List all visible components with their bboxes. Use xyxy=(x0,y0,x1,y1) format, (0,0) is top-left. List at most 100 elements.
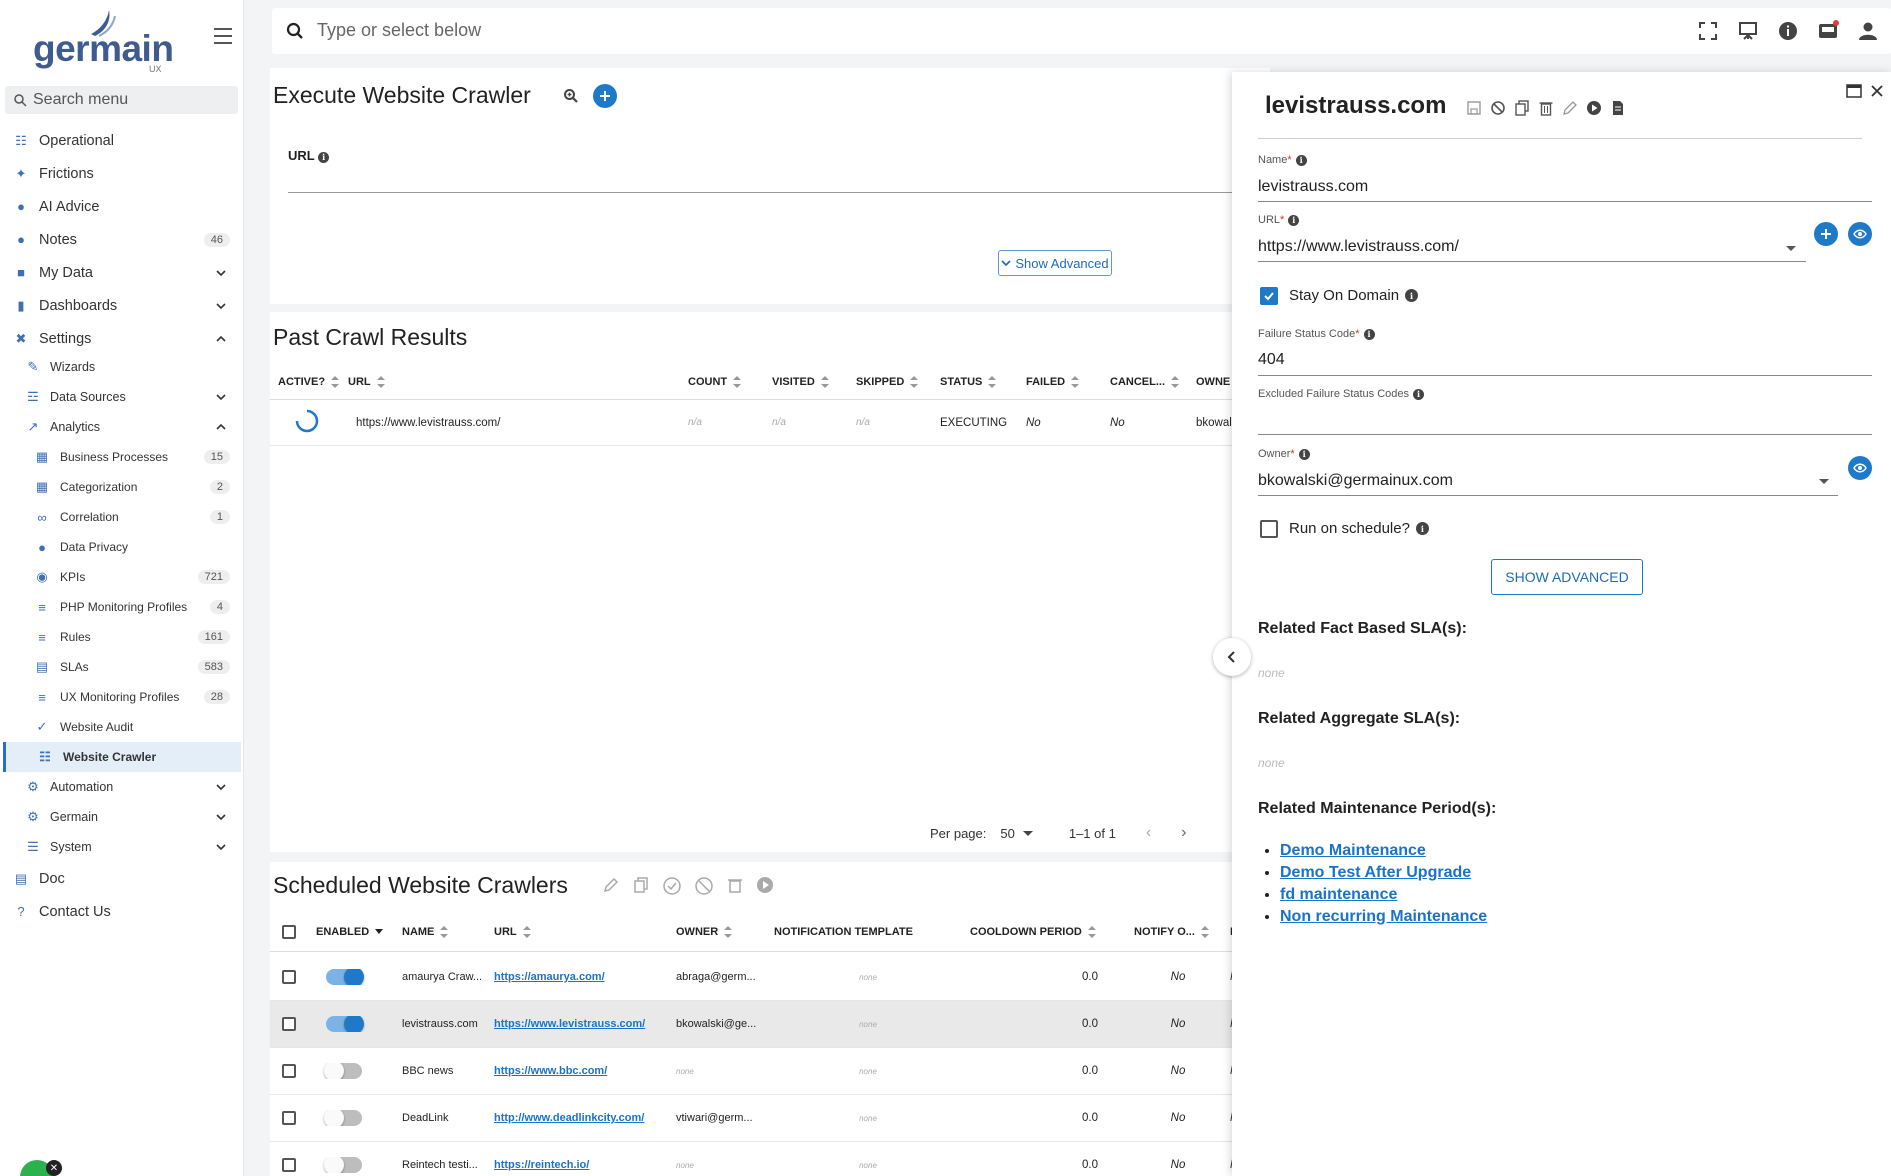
sidebar-item-ux-monitoring-profiles[interactable]: ≡ UX Monitoring Profiles 28 xyxy=(0,682,238,712)
hamburger-menu-icon[interactable] xyxy=(214,28,232,49)
column-header[interactable]: STATUS xyxy=(932,364,1018,399)
sidebar-item-my-data[interactable]: ■ My Data xyxy=(0,256,238,289)
info-icon[interactable] xyxy=(1777,20,1799,42)
column-header[interactable]: URL xyxy=(340,364,680,399)
sidebar-item-rules[interactable]: ≡ Rules 161 xyxy=(0,622,238,652)
sidebar-item-dashboards[interactable]: ▮ Dashboards xyxy=(0,289,238,322)
close-chat-icon[interactable]: ✕ xyxy=(46,1160,62,1176)
close-icon[interactable] xyxy=(1870,84,1884,98)
user-icon[interactable] xyxy=(1857,20,1879,42)
sidebar-item-contact-us[interactable]: ? Contact Us xyxy=(0,895,238,928)
column-header[interactable]: FAILED xyxy=(1018,364,1102,399)
maintenance-link[interactable]: Demo Maintenance xyxy=(1280,842,1426,859)
enabled-toggle[interactable] xyxy=(324,1063,362,1079)
crawler-url-link[interactable]: http://www.deadlinkcity.com/ xyxy=(494,1112,644,1124)
failure-status-input[interactable]: 404 xyxy=(1258,351,1285,369)
name-input[interactable]: levistrauss.com xyxy=(1258,178,1368,196)
view-owner-button[interactable] xyxy=(1848,456,1872,480)
sidebar-item-automation[interactable]: ⚙ Automation xyxy=(0,772,238,802)
url-select[interactable]: https://www.levistrauss.com/ xyxy=(1258,238,1459,256)
dropdown-arrow-icon[interactable] xyxy=(1786,246,1796,251)
row-checkbox[interactable] xyxy=(282,1158,296,1172)
sidebar-item-doc[interactable]: ▤ Doc xyxy=(0,862,238,895)
copy-icon[interactable] xyxy=(632,876,650,894)
zoom-icon[interactable] xyxy=(563,88,579,104)
per-page-select[interactable]: 50 xyxy=(1000,826,1033,841)
checkbox[interactable] xyxy=(282,924,296,939)
sidebar-item-business-processes[interactable]: ▦ Business Processes 15 xyxy=(0,442,238,472)
sidebar-search[interactable]: Search menu xyxy=(5,86,238,114)
sidebar-item-notes[interactable]: ● Notes 46 xyxy=(0,223,238,256)
delete-icon[interactable] xyxy=(1538,100,1554,116)
maintenance-link[interactable]: Demo Test After Upgrade xyxy=(1280,864,1471,881)
show-advanced-button[interactable]: Show Advanced xyxy=(998,250,1112,276)
sidebar-item-germain[interactable]: ⚙ Germain xyxy=(0,802,238,832)
column-header[interactable]: NAME xyxy=(394,912,486,951)
fullscreen-icon[interactable] xyxy=(1697,20,1719,42)
disable-icon[interactable] xyxy=(1490,100,1506,116)
check-circle-icon[interactable] xyxy=(662,876,682,896)
column-header[interactable]: ENABLED xyxy=(308,912,394,951)
crawler-url-link[interactable]: https://www.levistrauss.com/ xyxy=(494,1018,645,1030)
column-header[interactable]: COOLDOWN PERIOD xyxy=(962,912,1126,951)
collapse-drawer-button[interactable] xyxy=(1213,638,1251,676)
column-header[interactable]: NOTIFY O... xyxy=(1126,912,1222,951)
sidebar-item-php-monitoring-profiles[interactable]: ≡ PHP Monitoring Profiles 4 xyxy=(0,592,238,622)
sidebar-item-settings[interactable]: ✖ Settings xyxy=(0,322,238,355)
play-icon[interactable] xyxy=(1586,100,1602,116)
disable-icon[interactable] xyxy=(694,876,714,896)
sidebar-item-data-privacy[interactable]: ● Data Privacy xyxy=(0,532,238,562)
enabled-toggle[interactable] xyxy=(326,969,364,985)
dropdown-arrow-icon[interactable] xyxy=(1819,479,1829,484)
table-row[interactable]: https://www.levistrauss.com/ n/a n/a n/a… xyxy=(270,400,1270,446)
add-crawler-button[interactable] xyxy=(593,84,617,108)
owner-select[interactable]: bkowalski@germainux.com xyxy=(1258,472,1453,490)
sidebar-item-operational[interactable]: ☷ Operational xyxy=(0,124,238,157)
table-row[interactable]: BBC news https://www.bbc.com/ none none … xyxy=(270,1048,1270,1095)
play-icon[interactable] xyxy=(756,876,774,894)
previous-page-icon[interactable]: ‹ xyxy=(1146,824,1151,842)
row-checkbox[interactable] xyxy=(282,1017,296,1031)
enabled-toggle[interactable] xyxy=(326,1016,364,1032)
sidebar-item-ai-advice[interactable]: ● AI Advice xyxy=(0,190,238,223)
select-all-checkbox[interactable] xyxy=(270,912,308,951)
column-header[interactable]: ACTIVE? xyxy=(270,364,340,399)
inbox-icon[interactable] xyxy=(1817,20,1839,42)
column-header[interactable]: OWNER xyxy=(668,912,766,951)
sidebar-item-system[interactable]: ☰ System xyxy=(0,832,238,862)
table-row[interactable]: amaurya Craw... https://amaurya.com/ abr… xyxy=(270,954,1270,1001)
copy-icon[interactable] xyxy=(1514,100,1530,116)
table-row[interactable]: DeadLink http://www.deadlinkcity.com/ vt… xyxy=(270,1095,1270,1142)
show-advanced-button[interactable]: SHOW ADVANCED xyxy=(1491,559,1643,595)
sidebar-item-wizards[interactable]: ✎ Wizards xyxy=(0,352,238,382)
column-header[interactable]: VISITED xyxy=(764,364,848,399)
germain-logo[interactable]: germain UX xyxy=(33,8,174,74)
document-icon[interactable] xyxy=(1610,100,1626,116)
crawler-url-link[interactable]: https://reintech.io/ xyxy=(494,1159,589,1171)
maintenance-link[interactable]: Non recurring Maintenance xyxy=(1280,908,1487,925)
row-checkbox[interactable] xyxy=(282,1064,296,1078)
edit-icon[interactable] xyxy=(602,876,620,894)
sidebar-item-website-audit[interactable]: ✓ Website Audit xyxy=(0,712,238,742)
maintenance-link[interactable]: fd maintenance xyxy=(1280,886,1397,903)
enabled-toggle[interactable] xyxy=(324,1110,362,1126)
sidebar-item-slas[interactable]: ▤ SLAs 583 xyxy=(0,652,238,682)
save-icon[interactable] xyxy=(1466,100,1482,116)
edit-icon[interactable] xyxy=(1562,100,1578,116)
row-checkbox[interactable] xyxy=(282,970,296,984)
enabled-toggle[interactable] xyxy=(324,1157,362,1173)
table-row[interactable]: Reintech testi... https://reintech.io/ n… xyxy=(270,1142,1270,1176)
sidebar-item-data-sources[interactable]: ☲ Data Sources xyxy=(0,382,238,412)
delete-icon[interactable] xyxy=(726,876,744,894)
url-input[interactable] xyxy=(288,192,1268,193)
column-header[interactable]: URL xyxy=(486,912,668,951)
sidebar-item-website-crawler[interactable]: ☷ Website Crawler xyxy=(3,742,241,772)
sidebar-item-categorization[interactable]: ▦ Categorization 2 xyxy=(0,472,238,502)
run-on-schedule-checkbox[interactable] xyxy=(1260,520,1278,538)
presentation-icon[interactable] xyxy=(1737,20,1759,42)
crawler-url-link[interactable]: https://www.bbc.com/ xyxy=(494,1065,607,1077)
sidebar-item-kpis[interactable]: ◉ KPIs 721 xyxy=(0,562,238,592)
column-header[interactable]: COUNT xyxy=(680,364,764,399)
top-search-bar[interactable]: Type or select below xyxy=(272,8,1891,54)
row-checkbox[interactable] xyxy=(282,1111,296,1125)
